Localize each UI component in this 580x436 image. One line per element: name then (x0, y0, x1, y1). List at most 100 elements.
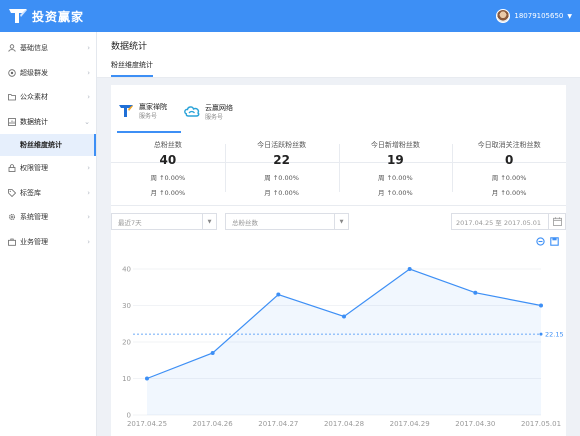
x-tick-label: 2017.04.26 (193, 420, 234, 428)
chart-icon (7, 117, 16, 126)
broadcast-icon (7, 68, 16, 77)
user-phone: 18079105650 (514, 12, 564, 20)
chevron-right-icon: › (87, 44, 90, 53)
stat-value: 19 (387, 153, 404, 167)
sidebar: 基础信息 › 超级群发 › 公众素材 › 数据统计 ⌄ 粉丝维度统计 权限管理 … (0, 32, 97, 436)
data-point (407, 267, 412, 271)
stat-week-change: 周 ↑0.00% (150, 174, 186, 182)
account-tab-yunying[interactable]: 云赢网络 服务号 (183, 97, 233, 127)
metric-select[interactable]: 总粉丝数 ▼ (225, 213, 349, 230)
stat-week-change: 周 ↑0.00% (378, 174, 413, 182)
data-point (473, 290, 478, 295)
sidebar-item-basic-info[interactable]: 基础信息 › (0, 36, 96, 61)
period-select[interactable]: 最近7天 ▼ (111, 213, 217, 230)
account-type: 服务号 (205, 113, 224, 121)
chevron-down-icon: ▼ (567, 12, 572, 20)
user-icon (7, 44, 16, 53)
stat-week-change: 周 ↑0.00% (264, 174, 299, 182)
user-menu[interactable]: 18079105650 ▼ (496, 7, 572, 25)
y-tick-label: 0 (127, 412, 131, 420)
metric-select-value: 总粉丝数 (232, 218, 258, 227)
stat-month-change: 月 ↑0.00% (264, 189, 299, 197)
sidebar-item-system[interactable]: 系统管理 › (0, 205, 96, 230)
sidebar-item-label: 标签库 (20, 188, 41, 197)
page-title: 数据统计 (111, 42, 148, 52)
stat-month-change: 月 ↑0.00% (491, 189, 527, 197)
stat-value: 40 (159, 153, 177, 167)
calendar-icon[interactable] (548, 214, 565, 229)
stat-month-change: 月 ↑0.00% (378, 189, 413, 197)
sidebar-subitem-fan-stats[interactable]: 粉丝维度统计 (0, 134, 96, 156)
sidebar-item-label: 业务管理 (20, 237, 48, 246)
lock-icon (7, 164, 16, 173)
stat-total-fans: 总粉丝数 40 周 ↑0.00% 月 ↑0.00% (111, 140, 225, 200)
chevron-right-icon: › (87, 213, 90, 222)
y-tick-label: 30 (122, 302, 131, 310)
page-header: 数据统计 粉丝维度统计 (97, 32, 580, 78)
chevron-down-icon: ▼ (202, 214, 216, 229)
stat-month-change: 月 ↑0.00% (150, 189, 186, 197)
sidebar-item-label: 公众素材 (20, 93, 48, 102)
x-tick-label: 2017.04.27 (258, 420, 298, 428)
x-tick-label: 2017.04.30 (455, 420, 495, 428)
stats-card: 赢家禅院 服务号 云赢网络 服务号 总粉丝数 40 周 ↑0.00% 月 ↑0.… (111, 85, 566, 436)
sidebar-item-label: 权限管理 (20, 164, 48, 173)
account-type: 服务号 (139, 112, 158, 120)
stats-summary: 总粉丝数 40 周 ↑0.00% 月 ↑0.00% 今日活跃粉丝数 22 周 ↑… (111, 140, 566, 200)
x-tick-label: 2017.05.01 (521, 420, 561, 428)
average-marker (539, 332, 543, 336)
period-select-value: 最近7天 (118, 218, 142, 227)
briefcase-icon (7, 237, 16, 246)
date-range-picker[interactable]: 2017.04.25 至 2017.05.01 (451, 213, 566, 230)
yingjia-logo-icon (117, 102, 135, 120)
logo-text: 投资赢家 (32, 9, 85, 24)
yunying-logo-icon (184, 106, 200, 117)
sidebar-item-broadcast[interactable]: 超级群发 › (0, 61, 96, 86)
y-tick-label: 10 (122, 375, 131, 383)
account-name: 云赢网络 (205, 103, 233, 112)
stat-label: 今日取消关注粉丝数 (477, 141, 541, 149)
stat-active-fans: 今日活跃粉丝数 22 周 ↑0.00% 月 ↑0.00% (224, 140, 339, 200)
data-point (276, 292, 281, 297)
date-range-value: 2017.04.25 至 2017.05.01 (456, 218, 542, 227)
x-tick-label: 2017.04.29 (390, 420, 430, 428)
sidebar-item-business[interactable]: 业务管理 › (0, 230, 96, 255)
sidebar-item-statistics[interactable]: 数据统计 ⌄ (0, 110, 96, 135)
account-tab-yingjia[interactable]: 赢家禅院 服务号 (117, 97, 181, 133)
top-bar: 投资赢家 18079105650 ▼ (0, 0, 580, 32)
stat-label: 总粉丝数 (153, 141, 182, 149)
stat-value: 22 (273, 153, 290, 167)
app-logo[interactable]: 投资赢家 (8, 6, 84, 26)
chevron-down-icon: ⌄ (84, 117, 90, 126)
data-point (210, 350, 215, 355)
stat-week-change: 周 ↑0.00% (491, 174, 527, 182)
sidebar-item-permissions[interactable]: 权限管理 › (0, 156, 96, 181)
divider (111, 205, 566, 206)
chevron-right-icon: › (87, 68, 90, 77)
gear-icon (7, 213, 16, 222)
average-label: 22.15 (545, 331, 564, 339)
chevron-right-icon: › (87, 237, 90, 246)
avatar (496, 9, 511, 23)
data-point (342, 314, 346, 319)
stat-value: 0 (504, 153, 514, 167)
stat-label: 今日新增粉丝数 (370, 141, 420, 149)
sidebar-item-label: 基础信息 (20, 44, 48, 53)
data-point (145, 376, 149, 381)
logo-mark-icon (9, 9, 27, 23)
data-point (539, 303, 543, 308)
sidebar-item-materials[interactable]: 公众素材 › (0, 85, 96, 110)
folder-icon (7, 93, 16, 102)
stat-label: 今日活跃粉丝数 (257, 141, 307, 149)
stat-unfollowed-fans: 今日取消关注粉丝数 0 周 ↑0.00% 月 ↑0.00% (452, 140, 566, 200)
tag-icon (7, 188, 16, 197)
account-name: 赢家禅院 (139, 102, 167, 111)
y-tick-label: 40 (122, 266, 131, 274)
tab-fan-stats[interactable]: 粉丝维度统计 (111, 60, 153, 77)
chevron-right-icon: › (87, 164, 90, 173)
sidebar-item-label: 数据统计 (20, 117, 48, 126)
sidebar-item-label: 系统管理 (20, 213, 48, 222)
stat-new-fans: 今日新增粉丝数 19 周 ↑0.00% 月 ↑0.00% (338, 140, 453, 200)
chevron-down-icon: ▼ (334, 214, 348, 229)
sidebar-item-tags[interactable]: 标签库 › (0, 181, 96, 206)
